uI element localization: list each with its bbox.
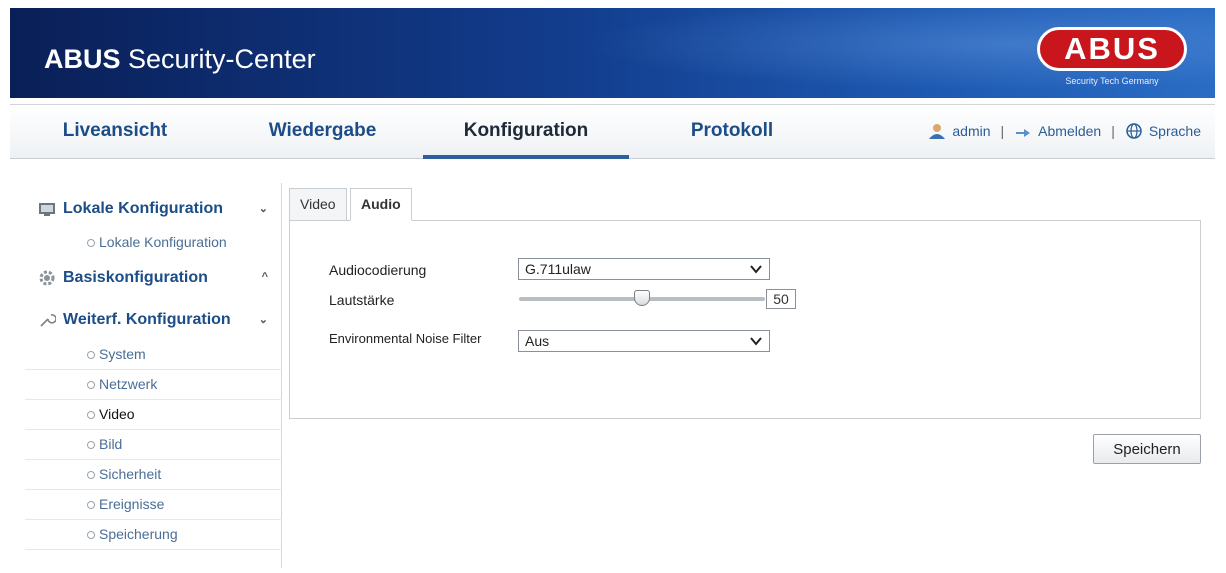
tab-audio[interactable]: Audio bbox=[350, 188, 412, 221]
volume-label: Lautstärke bbox=[329, 292, 395, 308]
noise-filter-label: Environmental Noise Filter bbox=[329, 331, 482, 346]
header-banner: ABUS Security-Center ABUS Security Tech … bbox=[10, 8, 1215, 98]
sidebar-item-ereignisse[interactable]: Ereignisse bbox=[25, 490, 282, 520]
audio-settings-panel bbox=[289, 220, 1201, 419]
chevron-down-icon[interactable]: ⌄ bbox=[259, 313, 268, 326]
sidebar-group-label: Basiskonfiguration bbox=[63, 269, 208, 286]
volume-value[interactable]: 50 bbox=[766, 289, 796, 309]
sidebar-group-local-config[interactable]: Lokale Konfiguration ⌄ bbox=[25, 190, 282, 228]
language-link[interactable]: Sprache bbox=[1149, 123, 1201, 139]
sidebar-item-video[interactable]: Video bbox=[25, 400, 282, 430]
local-config-icon bbox=[37, 200, 57, 218]
username-link[interactable]: admin bbox=[952, 123, 990, 139]
tab-video[interactable]: Video bbox=[289, 188, 347, 221]
sidebar-group-basiskonfiguration[interactable]: Basiskonfiguration ^ bbox=[25, 259, 282, 297]
chevron-down-icon bbox=[749, 333, 763, 347]
audio-encoding-label: Audiocodierung bbox=[329, 262, 427, 278]
nav-tab-wiedergabe[interactable]: Wiedergabe bbox=[220, 105, 425, 159]
volume-slider-handle[interactable] bbox=[634, 290, 650, 306]
app-title: ABUS Security-Center bbox=[44, 44, 316, 74]
user-icon bbox=[928, 123, 946, 139]
wrench-icon bbox=[37, 311, 57, 329]
sidebar-group-label: Lokale Konfiguration bbox=[63, 200, 223, 217]
main-nav: Liveansicht Wiedergabe Konfiguration Pro… bbox=[10, 104, 1215, 159]
noise-filter-value: Aus bbox=[525, 333, 550, 349]
separator: | bbox=[1000, 123, 1005, 139]
nav-tab-liveansicht[interactable]: Liveansicht bbox=[10, 105, 220, 159]
sidebar-item-sicherheit[interactable]: Sicherheit bbox=[25, 460, 282, 490]
sidebar-group-weiterf-konfiguration[interactable]: Weiterf. Konfiguration ⌄ bbox=[25, 301, 282, 339]
logout-link[interactable]: Abmelden bbox=[1038, 123, 1101, 139]
sidebar-item-speicherung[interactable]: Speicherung bbox=[25, 520, 282, 550]
nav-tab-konfiguration[interactable]: Konfiguration bbox=[423, 105, 629, 159]
logo-tagline: Security Tech Germany bbox=[1065, 76, 1159, 86]
sidebar-item-lokale-konfiguration[interactable]: Lokale Konfiguration bbox=[25, 228, 282, 258]
nav-tab-protokoll[interactable]: Protokoll bbox=[629, 105, 835, 159]
chevron-down-icon bbox=[749, 261, 763, 275]
audio-encoding-select[interactable]: G.711ulaw bbox=[518, 258, 770, 280]
gear-icon bbox=[37, 269, 57, 287]
chevron-up-icon[interactable]: ^ bbox=[262, 271, 268, 283]
sidebar-item-netzwerk[interactable]: Netzwerk bbox=[25, 370, 282, 400]
sidebar: Lokale Konfiguration ⌄ Lokale Konfigurat… bbox=[25, 183, 282, 568]
user-menu: admin | Abmelden | Sprache bbox=[928, 123, 1201, 139]
separator: | bbox=[1111, 123, 1115, 139]
globe-icon bbox=[1125, 123, 1143, 139]
chevron-down-icon[interactable]: ⌄ bbox=[259, 202, 268, 215]
logout-icon bbox=[1014, 123, 1032, 139]
sidebar-group-label: Weiterf. Konfiguration bbox=[63, 311, 231, 328]
audio-encoding-value: G.711ulaw bbox=[525, 261, 591, 277]
logo-text: ABUS bbox=[1037, 27, 1187, 71]
sidebar-item-bild[interactable]: Bild bbox=[25, 430, 282, 460]
noise-filter-select[interactable]: Aus bbox=[518, 330, 770, 352]
save-button[interactable]: Speichern bbox=[1093, 434, 1201, 464]
sidebar-item-system[interactable]: System bbox=[25, 340, 282, 370]
abus-logo: ABUS Security Tech Germany bbox=[1027, 23, 1197, 93]
